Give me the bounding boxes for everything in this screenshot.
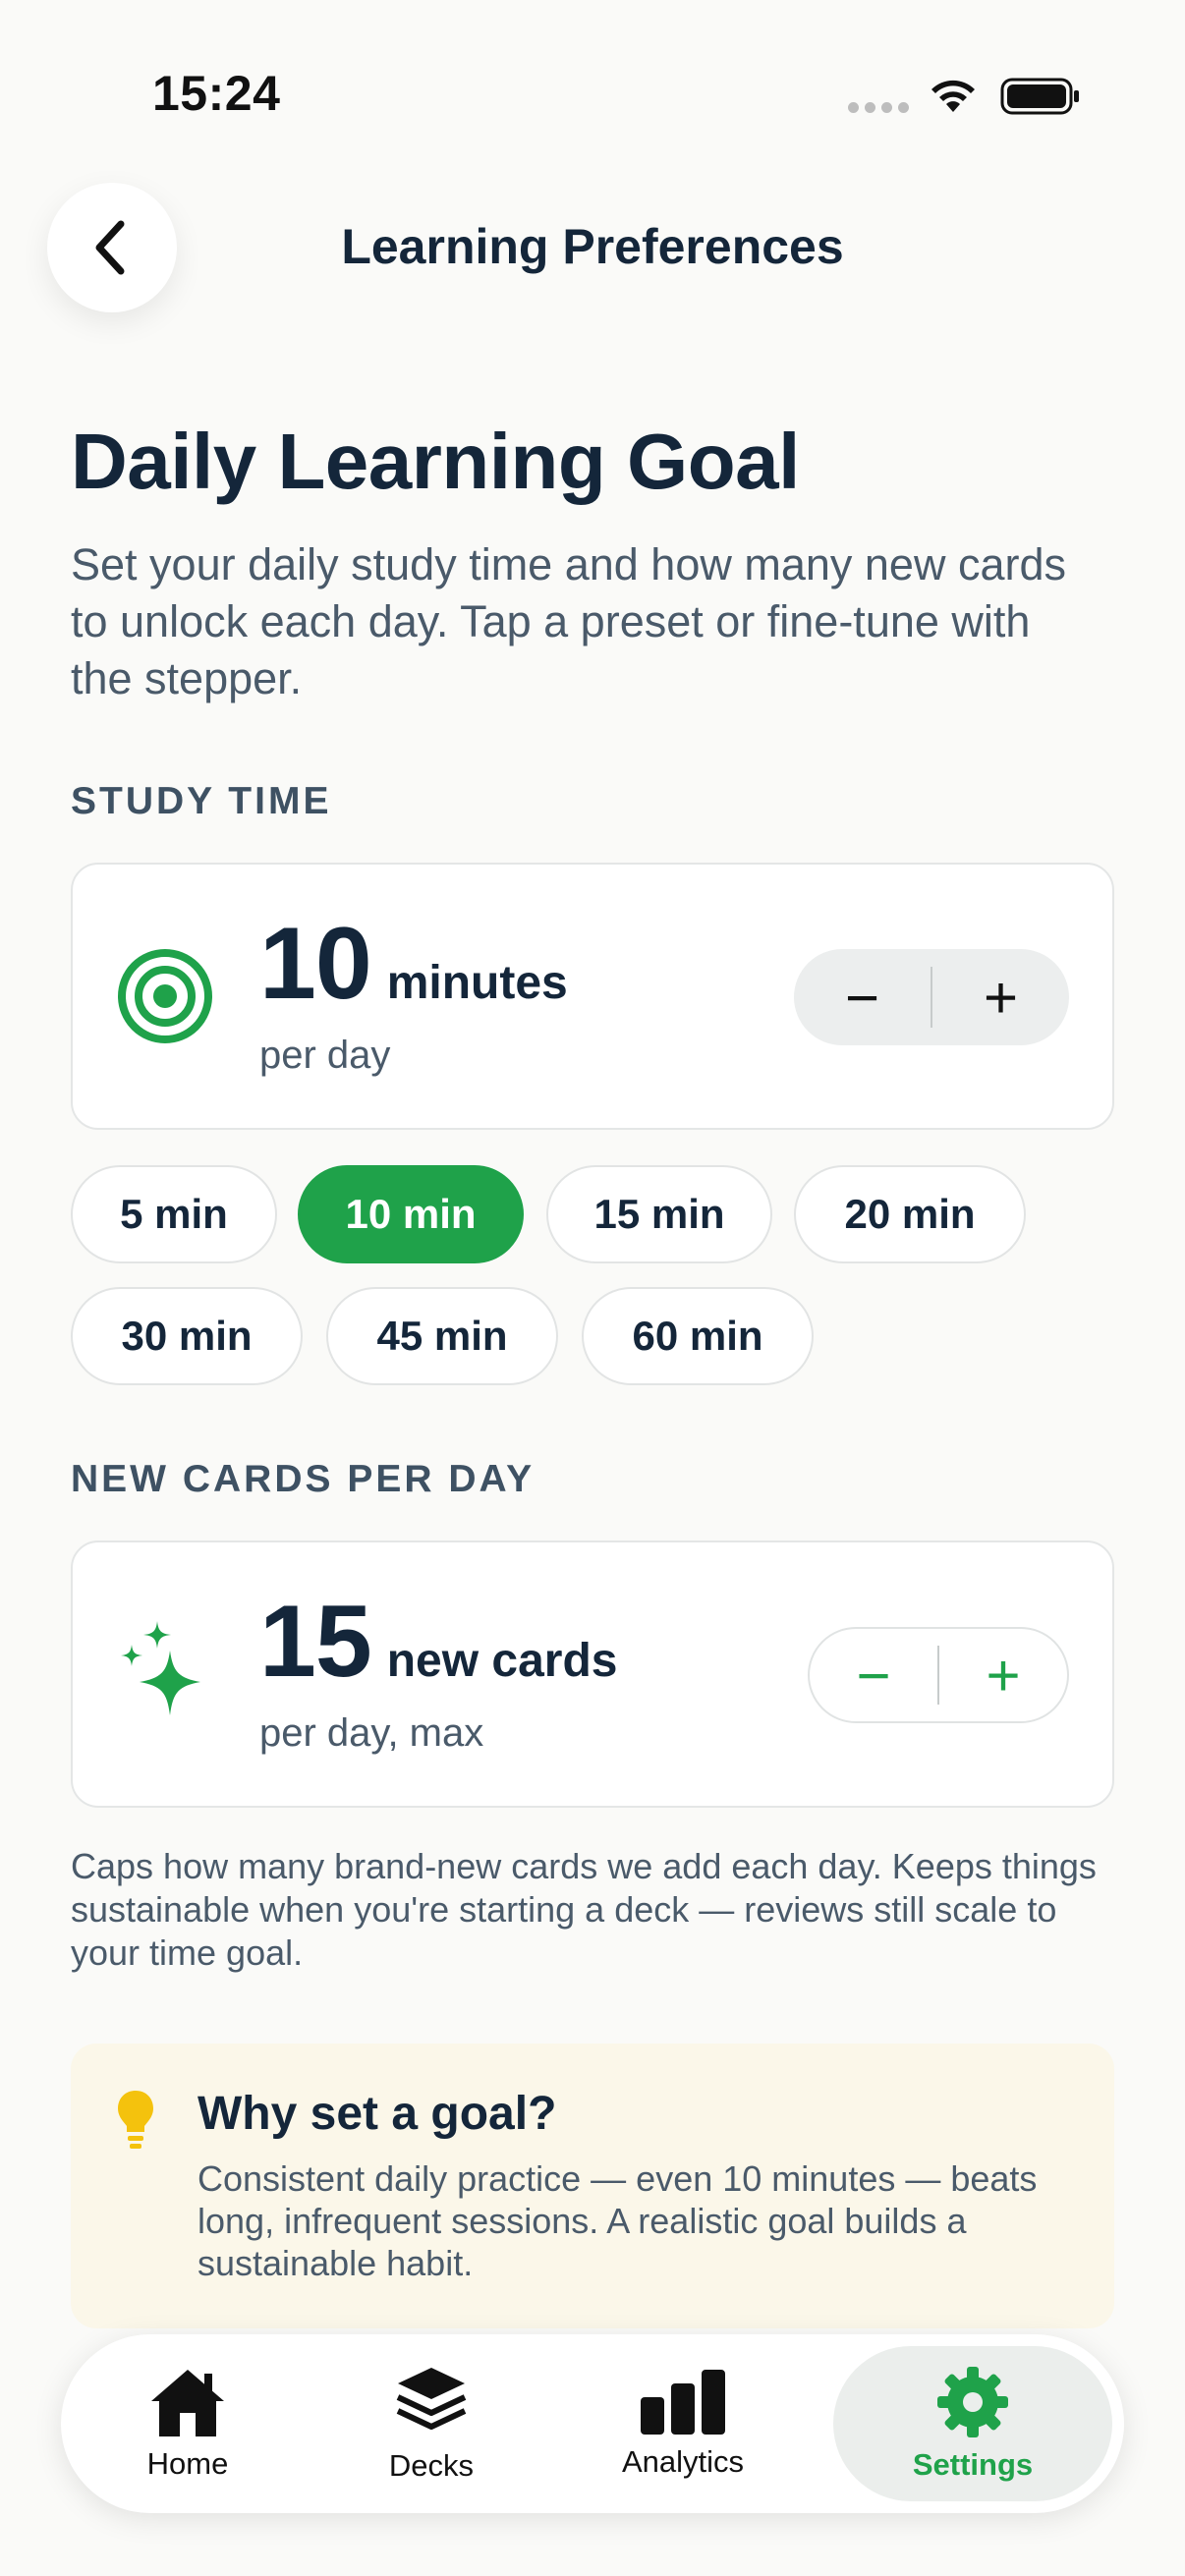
sparkles-icon (121, 1621, 200, 1715)
page-title: Daily Learning Goal (71, 418, 800, 505)
study-time-card: 10 minutes per day − + (71, 863, 1114, 1130)
preset-chip-45-min[interactable]: 45 min (326, 1287, 558, 1385)
wifi-icon (931, 80, 975, 112)
study-time-section-label: STUDY TIME (71, 780, 332, 822)
new-cards-stepper: − + (808, 1627, 1069, 1723)
preset-chip-60-min[interactable]: 60 min (582, 1287, 814, 1385)
bar-chart-icon (641, 2370, 725, 2435)
study-time-decrement-button[interactable]: − (794, 949, 931, 1045)
new-cards-card: 15 new cards per day, max − + (71, 1540, 1114, 1808)
new-cards-value: 15 (259, 1585, 372, 1699)
tab-decks[interactable]: Decks (344, 2334, 519, 2513)
tab-analytics-label: Analytics (621, 2444, 745, 2479)
tip-title: Why set a goal? (198, 2088, 557, 2140)
new-cards-note: Caps how many brand-new cards we add eac… (71, 1846, 1097, 1973)
tab-home[interactable]: Home (100, 2334, 275, 2513)
tab-bar: Home Decks Analytics Settings (61, 2334, 1124, 2513)
status-time: 15:24 (152, 66, 281, 121)
header-title: Learning Preferences (341, 219, 844, 274)
study-time-sub: per day (259, 1034, 391, 1077)
home-icon (151, 2370, 224, 2436)
new-cards-increment-button[interactable]: + (939, 1629, 1067, 1721)
new-cards-sub: per day, max (259, 1711, 484, 1755)
new-cards-decrement-button[interactable]: − (810, 1629, 937, 1721)
preset-chip-30-min[interactable]: 30 min (71, 1287, 303, 1385)
page-description: Set your daily study time and how many n… (71, 539, 1066, 703)
new-cards-unit: new cards (386, 1635, 618, 1687)
tab-analytics[interactable]: Analytics (595, 2334, 770, 2513)
tip-body: Consistent daily practice — even 10 minu… (198, 2158, 1038, 2283)
tab-home-label: Home (146, 2446, 229, 2481)
target-icon (118, 949, 212, 1043)
preset-chip-15-min[interactable]: 15 min (546, 1165, 772, 1263)
lightbulb-icon (118, 2091, 153, 2149)
stack-icon (396, 2368, 467, 2430)
preset-chip-20-min[interactable]: 20 min (794, 1165, 1026, 1263)
tab-settings[interactable]: Settings (833, 2346, 1112, 2501)
study-time-value: 10 (259, 907, 372, 1021)
cellular-signal-icon (848, 102, 909, 113)
battery-icon (1000, 78, 1079, 115)
new-cards-section-label: NEW CARDS PER DAY (71, 1458, 536, 1500)
preset-chip-5-min[interactable]: 5 min (71, 1165, 277, 1263)
gear-icon (937, 2367, 1008, 2437)
preset-chip-10-min[interactable]: 10 min (298, 1165, 524, 1263)
tab-settings-label: Settings (912, 2447, 1034, 2482)
study-time-unit: minutes (386, 957, 568, 1009)
tab-decks-label: Decks (388, 2448, 475, 2483)
study-time-increment-button[interactable]: + (932, 949, 1069, 1045)
study-time-stepper: − + (794, 949, 1069, 1045)
